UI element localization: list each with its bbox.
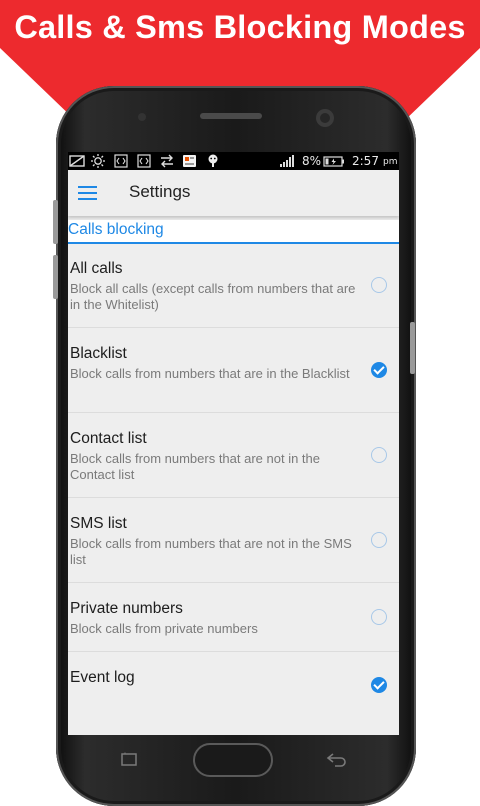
checkbox-sms-list[interactable] — [371, 532, 387, 548]
code-icon — [137, 154, 151, 168]
pref-summary: Block calls from numbers that are not in… — [70, 536, 352, 567]
section-header-calls-blocking: Calls blocking — [68, 220, 399, 244]
clock-time: 2:57 — [352, 154, 379, 168]
back-icon[interactable] — [326, 750, 348, 768]
recent-apps-icon[interactable] — [120, 752, 140, 768]
checkbox-all-calls[interactable] — [371, 277, 387, 293]
signal-icon — [279, 154, 295, 168]
pref-title: Blacklist — [70, 345, 127, 362]
android-icon — [206, 154, 220, 168]
pref-private-numbers[interactable]: Private numbers Block calls from private… — [68, 583, 399, 652]
code-icon — [114, 154, 128, 168]
image-icon — [69, 154, 86, 168]
checkbox-event-log[interactable] — [371, 677, 387, 693]
clock-ampm: pm — [383, 157, 398, 167]
checkbox-blacklist[interactable] — [371, 362, 387, 378]
pref-title: SMS list — [70, 515, 127, 532]
power-button — [410, 322, 415, 374]
pref-summary: Block all calls (except calls from numbe… — [70, 281, 356, 312]
pref-summary: Block calls from private numbers — [70, 621, 258, 636]
pref-title: Private numbers — [70, 600, 183, 617]
earpiece-speaker — [200, 113, 262, 119]
front-camera — [316, 109, 334, 127]
pref-title: Event log — [70, 669, 135, 686]
pref-summary: Block calls from numbers that are not in… — [70, 451, 321, 482]
page-title: Settings — [129, 182, 191, 201]
section-title: Calls blocking — [68, 221, 164, 238]
sync-icon — [159, 154, 175, 168]
proximity-sensor — [138, 113, 146, 121]
app-icon — [182, 154, 197, 168]
pref-title: All calls — [70, 260, 123, 277]
pref-contact-list[interactable]: Contact list Block calls from numbers th… — [68, 413, 399, 498]
pref-all-calls[interactable]: All calls Block all calls (except calls … — [68, 244, 399, 328]
volume-down-button — [53, 255, 58, 299]
brightness-icon — [90, 154, 106, 168]
checkbox-private-numbers[interactable] — [371, 609, 387, 625]
phone-screen: 8% 2:57 pm Settings Calls blocking All c… — [68, 152, 399, 735]
home-button[interactable] — [193, 743, 273, 777]
banner-title: Calls & Sms Blocking Modes — [14, 9, 466, 45]
pref-summary: Block calls from numbers that are in the… — [70, 366, 350, 381]
status-bar: 8% 2:57 pm — [68, 152, 399, 170]
pref-sms-list[interactable]: SMS list Block calls from numbers that a… — [68, 498, 399, 583]
hamburger-menu-icon[interactable] — [78, 186, 97, 200]
pref-event-log[interactable]: Event log — [68, 652, 399, 735]
battery-icon — [323, 154, 345, 168]
pref-title: Contact list — [70, 430, 147, 447]
pref-blacklist[interactable]: Blacklist Block calls from numbers that … — [68, 328, 399, 413]
checkbox-contact-list[interactable] — [371, 447, 387, 463]
battery-percent: 8% — [302, 154, 322, 168]
app-toolbar: Settings — [68, 170, 399, 216]
volume-up-button — [53, 200, 58, 244]
